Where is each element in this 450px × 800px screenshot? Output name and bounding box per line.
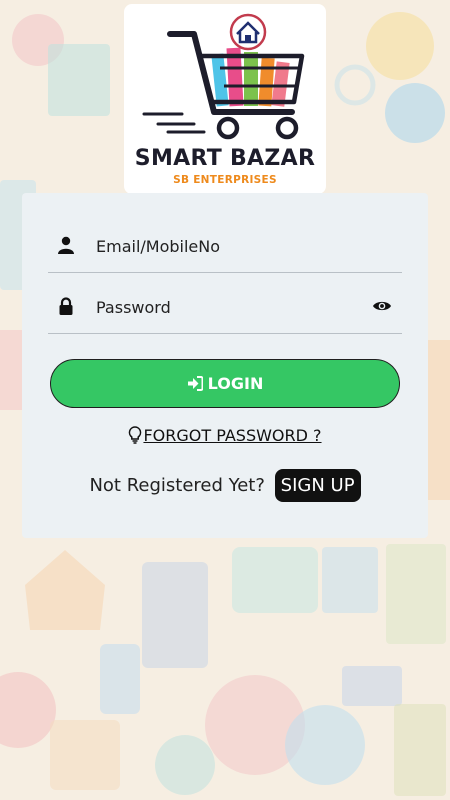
eye-icon[interactable]	[372, 299, 392, 313]
logo: SMART BAZAR SB ENTERPRISES	[124, 4, 326, 194]
sign-up-button[interactable]: SIGN UP	[274, 469, 361, 502]
login-button[interactable]: LOGIN	[50, 359, 400, 408]
brand-name: SMART BAZAR	[134, 146, 316, 171]
lock-icon	[59, 297, 73, 315]
register-row: Not Registered Yet? SIGN UP	[22, 469, 428, 502]
forgot-password-row: FORGOT PASSWORD ?	[22, 426, 428, 445]
lightbulb-icon	[129, 426, 142, 444]
login-card: LOGIN FORGOT PASSWORD ? Not Registered Y…	[22, 193, 428, 538]
password-input[interactable]	[94, 292, 368, 322]
shopping-cart-logo	[142, 13, 305, 140]
password-field-row	[48, 279, 402, 334]
forgot-password-link[interactable]: FORGOT PASSWORD ?	[143, 426, 321, 445]
sign-in-icon	[187, 376, 203, 391]
not-registered-text: Not Registered Yet?	[89, 475, 265, 496]
user-icon	[58, 236, 74, 254]
email-field-row	[48, 218, 402, 273]
brand-subtitle: SB ENTERPRISES	[173, 174, 277, 186]
email-input[interactable]	[94, 231, 368, 261]
login-label: LOGIN	[207, 374, 264, 393]
